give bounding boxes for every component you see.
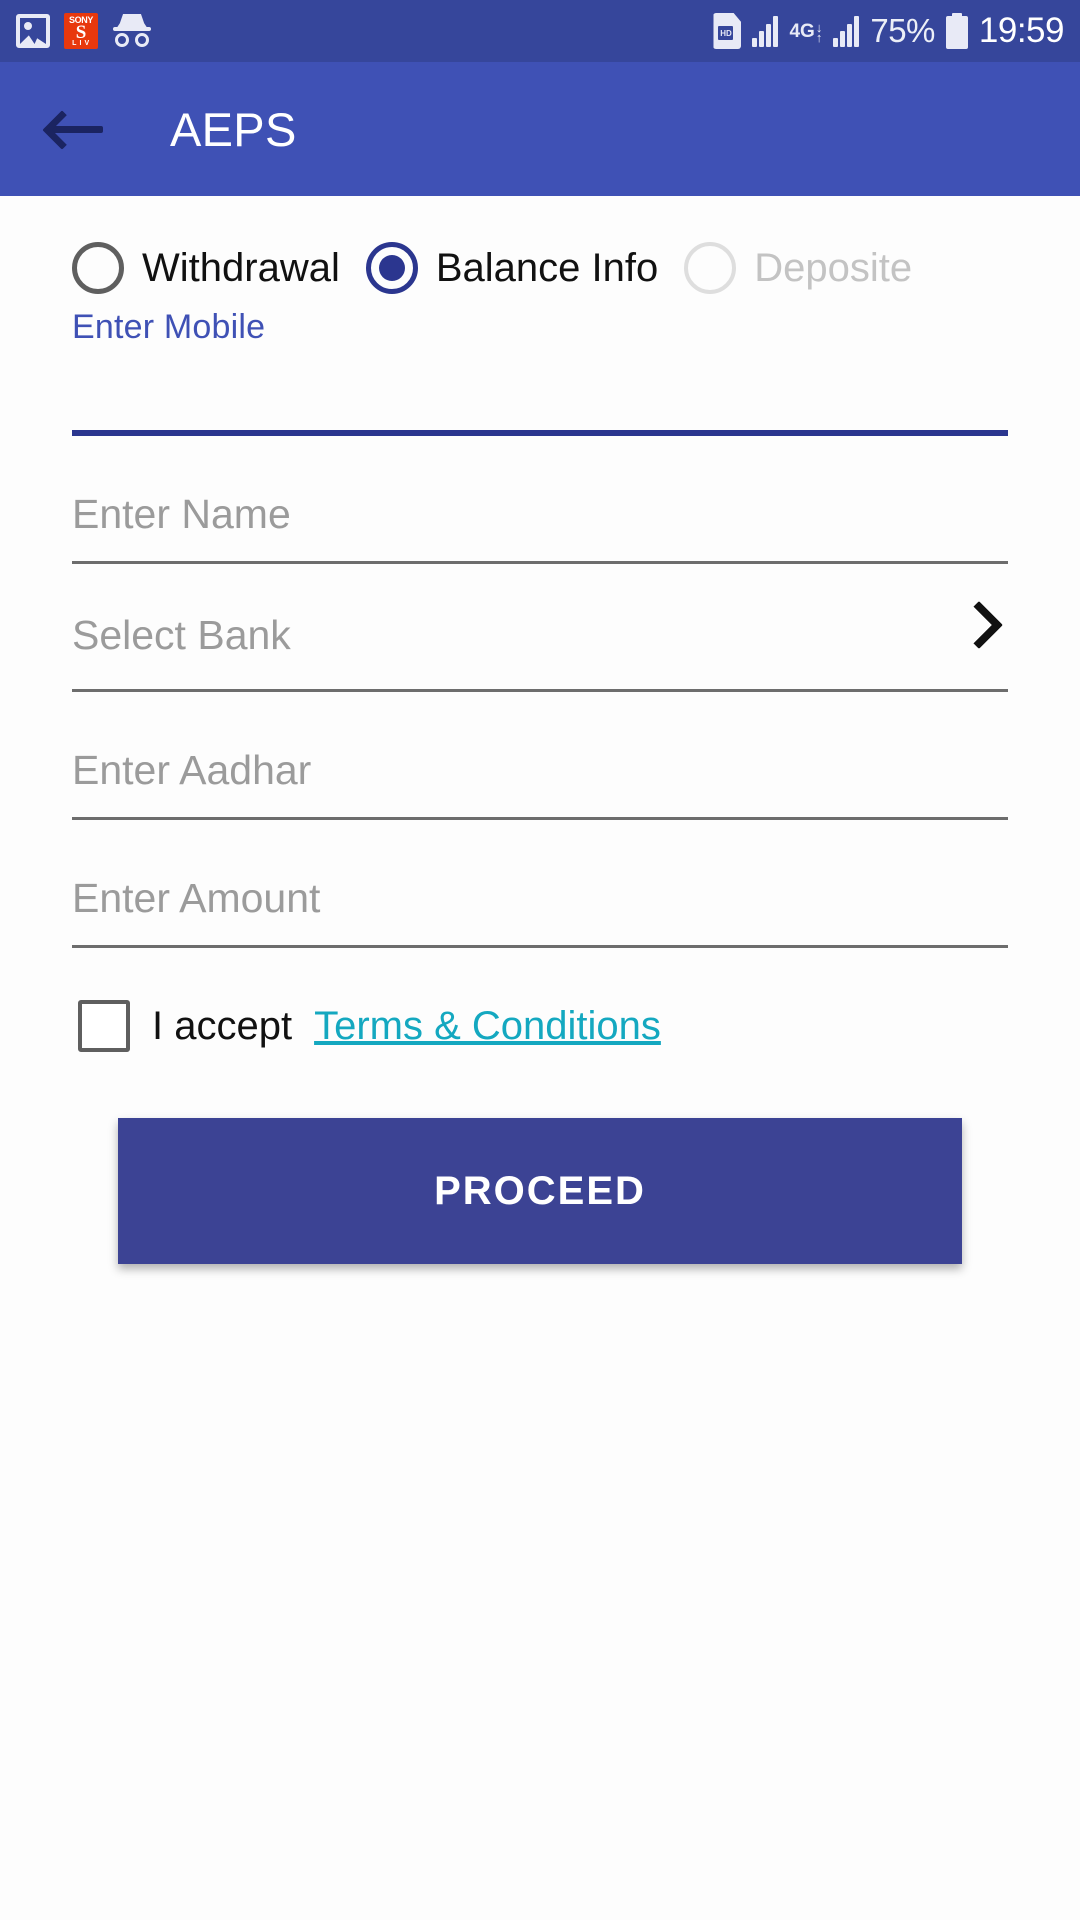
name-field-underline [72, 561, 1008, 564]
bank-selected-value: Select Bank [72, 612, 291, 658]
form-content: Withdrawal Balance Info Deposite Enter M… [0, 196, 1080, 1920]
radio-withdrawal[interactable]: Withdrawal [72, 242, 340, 294]
mobile-field-underline [72, 430, 1008, 436]
radio-withdrawal-label: Withdrawal [142, 245, 340, 290]
amount-field [72, 852, 1008, 948]
proceed-button-container: PROCEED [118, 1118, 962, 1264]
status-bar-right-indicators: HD 4G ↓ ↑ 75% 19:59 [713, 11, 1065, 51]
mobile-data-4g-icon: 4G ↓ ↑ [789, 19, 823, 45]
bank-field[interactable]: Select Bank [72, 596, 1008, 692]
sim-card-icon: HD [713, 13, 742, 49]
mobile-field-label: Enter Mobile [72, 308, 266, 346]
bank-field-underline [72, 689, 1008, 692]
radio-deposite: Deposite [684, 242, 912, 294]
accept-terms-checkbox[interactable] [78, 1000, 130, 1052]
name-input[interactable] [72, 468, 1008, 560]
accept-terms-label: I accept [152, 1003, 293, 1048]
battery-icon [945, 13, 968, 49]
radio-deposite-label: Deposite [754, 245, 913, 290]
page-title: AEPS [170, 102, 297, 156]
amount-field-underline [72, 945, 1008, 948]
signal-strength-icon-1 [752, 15, 779, 47]
transaction-type-group: Withdrawal Balance Info Deposite [0, 242, 1080, 294]
sony-liv-bottom-text: L I V [72, 39, 90, 47]
proceed-button[interactable]: PROCEED [118, 1118, 962, 1264]
clock-label: 19:59 [978, 11, 1065, 50]
battery-percent-label: 75% [870, 12, 935, 49]
mobile-input[interactable] [72, 366, 1008, 430]
app-bar: AEPS [0, 62, 1080, 196]
status-bar: SONY S L I V HD 4G ↓ ↑ 75% 19:59 [0, 0, 1080, 62]
radio-balance-info[interactable]: Balance Info [365, 242, 659, 294]
mobile-field: Enter Mobile [72, 308, 1008, 436]
radio-circle-selected-icon [365, 242, 418, 294]
arrow-left-icon [42, 106, 105, 152]
aadhar-field [72, 724, 1008, 820]
terms-row: I accept Terms & Conditions [78, 1000, 1080, 1052]
status-bar-left-icons: SONY S L I V [16, 13, 152, 49]
radio-circle-disabled-icon [684, 242, 737, 294]
data-transfer-arrows-icon: ↓ ↑ [815, 19, 823, 45]
radio-balance-info-label: Balance Info [435, 245, 659, 290]
sony-liv-icon: SONY S L I V [64, 13, 98, 49]
terms-and-conditions-link[interactable]: Terms & Conditions [314, 1004, 661, 1049]
sim-hd-label: HD [718, 26, 734, 40]
radio-circle-icon [72, 242, 124, 294]
amount-input[interactable] [72, 852, 1008, 944]
network-type-label: 4G [789, 20, 815, 42]
chevron-right-icon[interactable] [960, 606, 994, 640]
back-button[interactable] [28, 81, 124, 177]
photo-icon [16, 14, 50, 48]
name-field [72, 468, 1008, 564]
aadhar-input[interactable] [72, 724, 1008, 816]
signal-strength-icon-2 [833, 15, 860, 47]
incognito-icon [112, 14, 152, 48]
aadhar-field-underline [72, 817, 1008, 820]
aeps-screen: SONY S L I V HD 4G ↓ ↑ 75% 19:59 AEPS Wi… [0, 0, 1080, 1920]
